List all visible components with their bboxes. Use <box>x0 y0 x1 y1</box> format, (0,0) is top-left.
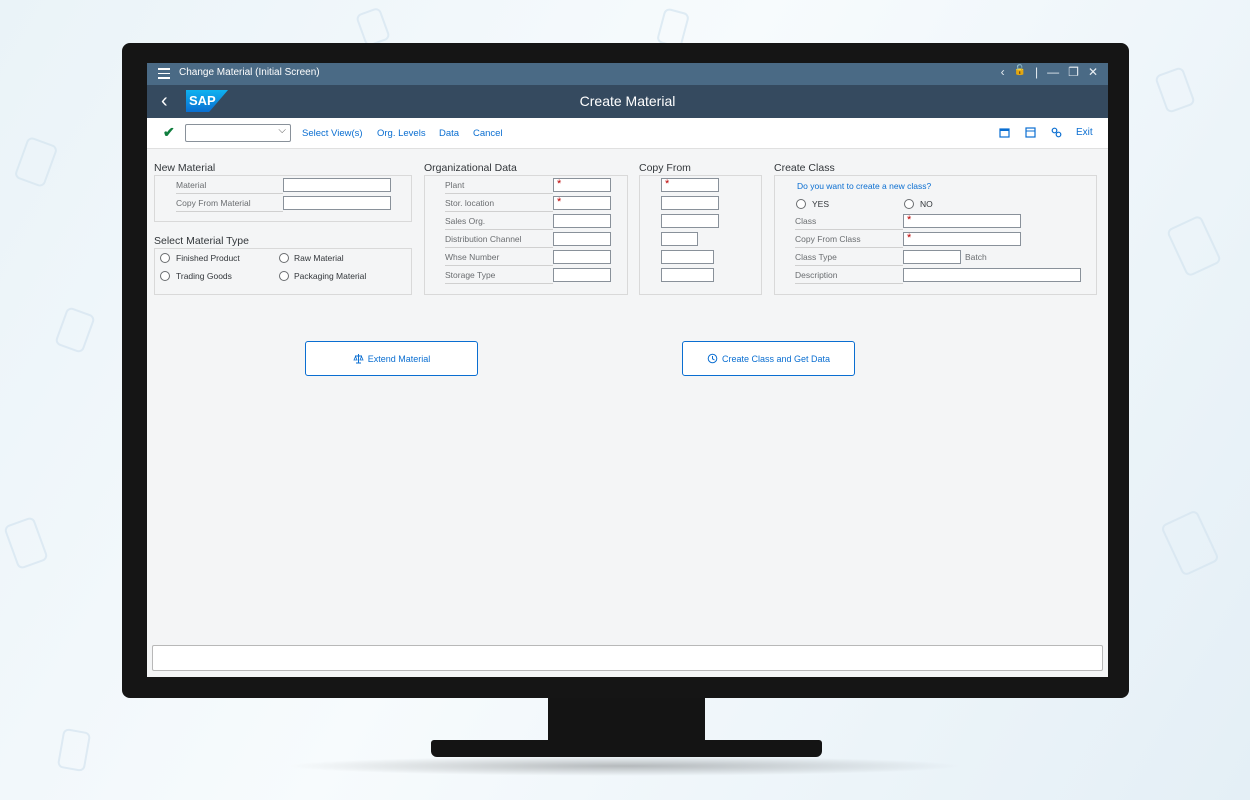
distribution-channel-input[interactable] <box>553 232 611 246</box>
storage-type-input[interactable] <box>553 268 611 282</box>
yes-label: YES <box>812 199 830 209</box>
stor-location-label: Stor. location <box>445 198 553 212</box>
sales-org-input[interactable] <box>553 214 611 228</box>
separator: | <box>1035 65 1039 79</box>
required-marker: * <box>907 232 912 244</box>
background-tablet-icon <box>1154 66 1196 114</box>
history-icon <box>707 353 718 364</box>
create-class-get-data-button[interactable]: Create Class and Get Data <box>682 341 855 376</box>
required-marker: * <box>557 178 562 190</box>
material-input[interactable] <box>283 178 391 192</box>
layout-icon[interactable] <box>1025 127 1036 138</box>
app-title: Create Material <box>579 93 676 109</box>
minimize-icon[interactable]: — <box>1047 65 1059 79</box>
class-label: Class <box>795 216 903 230</box>
background-tablet-icon <box>3 515 49 571</box>
select-views-link[interactable]: Select View(s) <box>302 128 363 139</box>
close-icon[interactable]: ✕ <box>1088 65 1098 79</box>
create-class-get-data-label: Create Class and Get Data <box>721 353 831 364</box>
stand-shadow <box>285 756 965 776</box>
background-tablet-icon <box>56 727 92 773</box>
new-material-title: New Material <box>154 162 216 174</box>
sap-screen: Change Material (Initial Screen) ‹ 🔓 | —… <box>147 63 1108 677</box>
batch-label: Batch <box>965 252 987 262</box>
copy-from-class-label: Copy From Class <box>795 234 903 248</box>
whse-number-input[interactable] <box>553 250 611 264</box>
copy-plant-input[interactable]: * <box>661 178 719 192</box>
no-radio[interactable] <box>904 199 914 209</box>
description-input[interactable] <box>903 268 1081 282</box>
command-dropdown[interactable]: ⌵ <box>185 124 291 142</box>
background-tablet-icon <box>54 306 96 354</box>
background-tablet-icon <box>13 135 59 189</box>
whse-number-label: Whse Number <box>445 252 553 266</box>
no-label: NO <box>920 199 933 209</box>
copy-from-material-label: Copy From Material <box>176 198 283 212</box>
distribution-channel-label: Distribution Channel <box>445 234 553 248</box>
org-data-title: Organizational Data <box>424 162 517 174</box>
background-tablet-icon <box>354 6 392 48</box>
data-link[interactable]: Data <box>439 128 459 139</box>
trading-goods-label: Trading Goods <box>176 271 232 281</box>
class-input[interactable]: * <box>903 214 1021 228</box>
material-label: Material <box>176 180 283 194</box>
plant-input[interactable]: * <box>553 178 611 192</box>
new-window-icon[interactable] <box>999 127 1010 138</box>
cancel-link[interactable]: Cancel <box>473 128 503 139</box>
copy-from-class-input[interactable]: * <box>903 232 1021 246</box>
finished-product-radio[interactable] <box>160 253 170 263</box>
create-class-question: Do you want to create a new class? <box>797 181 932 191</box>
class-type-input[interactable] <box>903 250 961 264</box>
toolbar: ✔ ⌵ Select View(s) Org. Levels Data Canc… <box>147 118 1108 149</box>
copy-stor-location-input[interactable] <box>661 196 719 210</box>
window-titlebar: Change Material (Initial Screen) ‹ 🔓 | —… <box>147 63 1108 85</box>
copy-sales-org-input[interactable] <box>661 214 719 228</box>
status-bar <box>152 645 1103 671</box>
monitor-stand-neck <box>548 698 705 742</box>
class-type-label: Class Type <box>795 252 903 266</box>
finished-product-label: Finished Product <box>176 253 240 263</box>
trading-goods-radio[interactable] <box>160 271 170 281</box>
unlock-icon[interactable]: 🔓 <box>1014 65 1026 79</box>
shell-bar: ‹ SAP Create Material <box>147 85 1108 118</box>
required-marker: * <box>907 214 912 226</box>
window-controls: ‹ 🔓 | — ❐ ✕ <box>1001 65 1098 79</box>
create-class-title: Create Class <box>774 162 835 174</box>
chevron-down-icon: ⌵ <box>278 125 286 136</box>
copy-from-material-input[interactable] <box>283 196 391 210</box>
packaging-material-radio[interactable] <box>279 271 289 281</box>
scale-icon <box>353 354 364 364</box>
description-label: Description <box>795 270 903 284</box>
checkmark-icon[interactable]: ✔ <box>163 124 175 141</box>
background-tablet-icon <box>1160 509 1220 577</box>
restore-icon[interactable]: ❐ <box>1068 65 1079 79</box>
sales-org-label: Sales Org. <box>445 216 553 230</box>
storage-type-label: Storage Type <box>445 270 553 284</box>
settings-link-icon[interactable] <box>1051 127 1062 138</box>
plant-label: Plant <box>445 180 553 194</box>
raw-material-label: Raw Material <box>294 253 344 263</box>
copy-distribution-channel-input[interactable] <box>661 232 698 246</box>
copy-from-title: Copy From <box>639 162 691 174</box>
window-title: Change Material (Initial Screen) <box>179 67 320 78</box>
copy-storage-type-input[interactable] <box>661 268 714 282</box>
packaging-material-label: Packaging Material <box>294 271 367 281</box>
org-levels-link[interactable]: Org. Levels <box>377 128 426 139</box>
stor-location-input[interactable]: * <box>553 196 611 210</box>
extend-material-button[interactable]: Extend Material <box>305 341 478 376</box>
copy-whse-number-input[interactable] <box>661 250 714 264</box>
extend-material-label: Extend Material <box>367 353 431 364</box>
exit-link[interactable]: Exit <box>1076 127 1093 138</box>
back-arrow-icon[interactable]: ‹ <box>1001 65 1005 79</box>
yes-radio[interactable] <box>796 199 806 209</box>
hamburger-menu-icon[interactable] <box>158 68 170 80</box>
background-tablet-icon <box>1165 214 1223 278</box>
required-marker: * <box>557 196 562 208</box>
material-type-title: Select Material Type <box>154 235 249 247</box>
raw-material-radio[interactable] <box>279 253 289 263</box>
required-marker: * <box>665 178 670 190</box>
monitor-stand-base <box>431 740 822 757</box>
